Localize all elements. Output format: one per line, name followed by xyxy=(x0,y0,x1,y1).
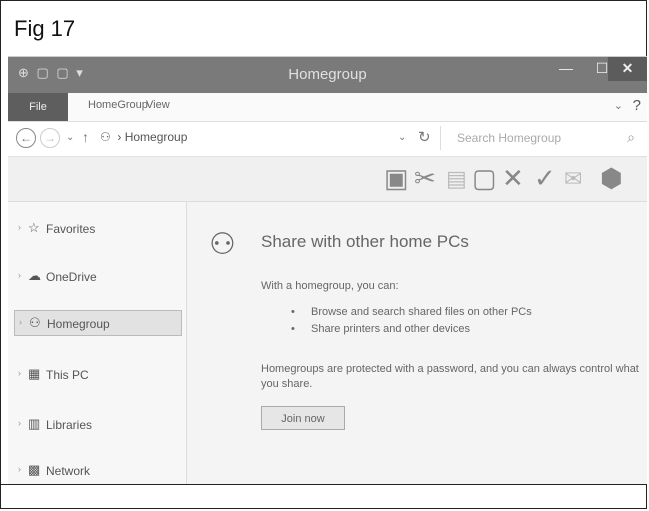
settings-icon[interactable]: ⬢ xyxy=(600,163,623,194)
figure-label: Fig 17 xyxy=(14,16,76,41)
minimize-button[interactable]: — xyxy=(548,57,584,81)
library-icon: ▥ xyxy=(28,416,41,431)
expand-arrow-icon[interactable]: › xyxy=(18,418,21,428)
expand-arrow-icon[interactable]: › xyxy=(18,368,21,378)
sidebar-item-libraries[interactable]: › ▥ Libraries xyxy=(8,412,184,438)
homegroup-icon: ⚇ xyxy=(29,315,41,330)
network-icon: ▩ xyxy=(28,462,41,477)
sidebar-item-onedrive[interactable]: › ☁ OneDrive xyxy=(8,264,184,290)
sidebar-item-label: This PC xyxy=(46,368,89,382)
help-icon[interactable]: ? xyxy=(633,97,641,114)
ribbon-expand-icon[interactable]: ⌄ xyxy=(614,99,623,112)
expand-arrow-icon[interactable]: › xyxy=(18,270,21,280)
toolbar: ▣ ✂ ▤ ▢ ✕ ✓ ✉ ⬢ xyxy=(8,157,647,202)
tab-view[interactable]: View xyxy=(146,99,170,111)
cut-icon[interactable]: ✂ xyxy=(414,163,436,194)
sidebar-item-homegroup[interactable]: › ⚇ Homegroup xyxy=(14,310,182,336)
address-dropdown-icon[interactable]: ⌄ xyxy=(398,132,406,143)
expand-arrow-icon[interactable]: › xyxy=(19,317,22,327)
sidebar-item-label: Homegroup xyxy=(47,317,110,331)
sidebar-item-label: Network xyxy=(46,464,91,478)
sidebar-item-this-pc[interactable]: › ▦ This PC xyxy=(8,362,184,388)
expand-arrow-icon[interactable]: › xyxy=(18,222,21,232)
breadcrumb-separator-icon: › xyxy=(117,130,125,144)
copy-icon[interactable]: ▤ xyxy=(446,166,467,192)
search-input[interactable]: Search Homegroup ⌕ xyxy=(440,126,641,150)
sidebar-item-label: Favorites xyxy=(46,222,96,236)
feature-list: Browse and search shared files on other … xyxy=(291,306,532,340)
tab-file[interactable]: File xyxy=(8,93,68,121)
search-icon[interactable]: ⌕ xyxy=(627,129,635,146)
cloud-icon: ☁ xyxy=(28,268,41,283)
back-button[interactable]: ← xyxy=(16,128,36,148)
preview-pane-icon[interactable]: ▣ xyxy=(384,163,409,194)
homegroup-icon: ⚇ xyxy=(209,228,236,261)
address-bar: ← → ⌄ ↑ ⚇ › Homegroup ⌄ ↻ Search Homegro… xyxy=(8,122,647,157)
search-placeholder: Search Homegroup xyxy=(457,131,562,145)
forward-button[interactable]: → xyxy=(40,128,60,148)
title-bar: ⊕ ▢ ▢ ▾ Homegroup — ☐ ✕ xyxy=(8,57,647,93)
expand-arrow-icon[interactable]: › xyxy=(18,464,21,474)
navigation-pane: › ☆ Favorites › ☁ OneDrive › ⚇ Homegroup… xyxy=(8,202,187,485)
check-icon[interactable]: ✓ xyxy=(534,163,556,194)
sidebar-item-label: OneDrive xyxy=(46,270,97,284)
content-pane: ⚇ Share with other home PCs With a homeg… xyxy=(187,202,647,485)
explorer-window: ⊕ ▢ ▢ ▾ Homegroup — ☐ ✕ File HomeGroup V… xyxy=(8,56,647,485)
protection-text: Homegroups are protected with a password… xyxy=(261,363,639,390)
sidebar-item-network[interactable]: › ▩ Network xyxy=(8,458,184,484)
tab-homegroup[interactable]: HomeGroup xyxy=(88,99,148,111)
breadcrumb[interactable]: ⚇ › Homegroup xyxy=(100,130,187,144)
divider xyxy=(0,484,647,485)
star-icon: ☆ xyxy=(28,220,40,235)
homegroup-icon: ⚇ xyxy=(100,130,111,144)
paste-icon[interactable]: ▢ xyxy=(472,163,497,194)
close-button[interactable]: ✕ xyxy=(608,57,647,81)
sidebar-item-label: Libraries xyxy=(46,418,93,432)
up-button[interactable]: ↑ xyxy=(82,129,89,145)
intro-text: With a homegroup, you can: xyxy=(261,280,399,292)
breadcrumb-homegroup[interactable]: Homegroup xyxy=(125,130,188,144)
mail-icon[interactable]: ✉ xyxy=(564,166,582,192)
delete-icon[interactable]: ✕ xyxy=(502,163,524,194)
sidebar-item-favorites[interactable]: › ☆ Favorites xyxy=(8,216,184,242)
recent-locations-button[interactable]: ⌄ xyxy=(66,132,74,143)
list-item: Browse and search shared files on other … xyxy=(291,306,532,318)
ribbon-tabs: File HomeGroup View ⌄ ? xyxy=(8,93,647,122)
page-title: Share with other home PCs xyxy=(261,232,469,251)
refresh-icon[interactable]: ↻ xyxy=(418,128,431,146)
join-now-button[interactable]: Join now xyxy=(261,406,345,430)
computer-icon: ▦ xyxy=(28,366,41,381)
list-item: Share printers and other devices xyxy=(291,323,532,335)
